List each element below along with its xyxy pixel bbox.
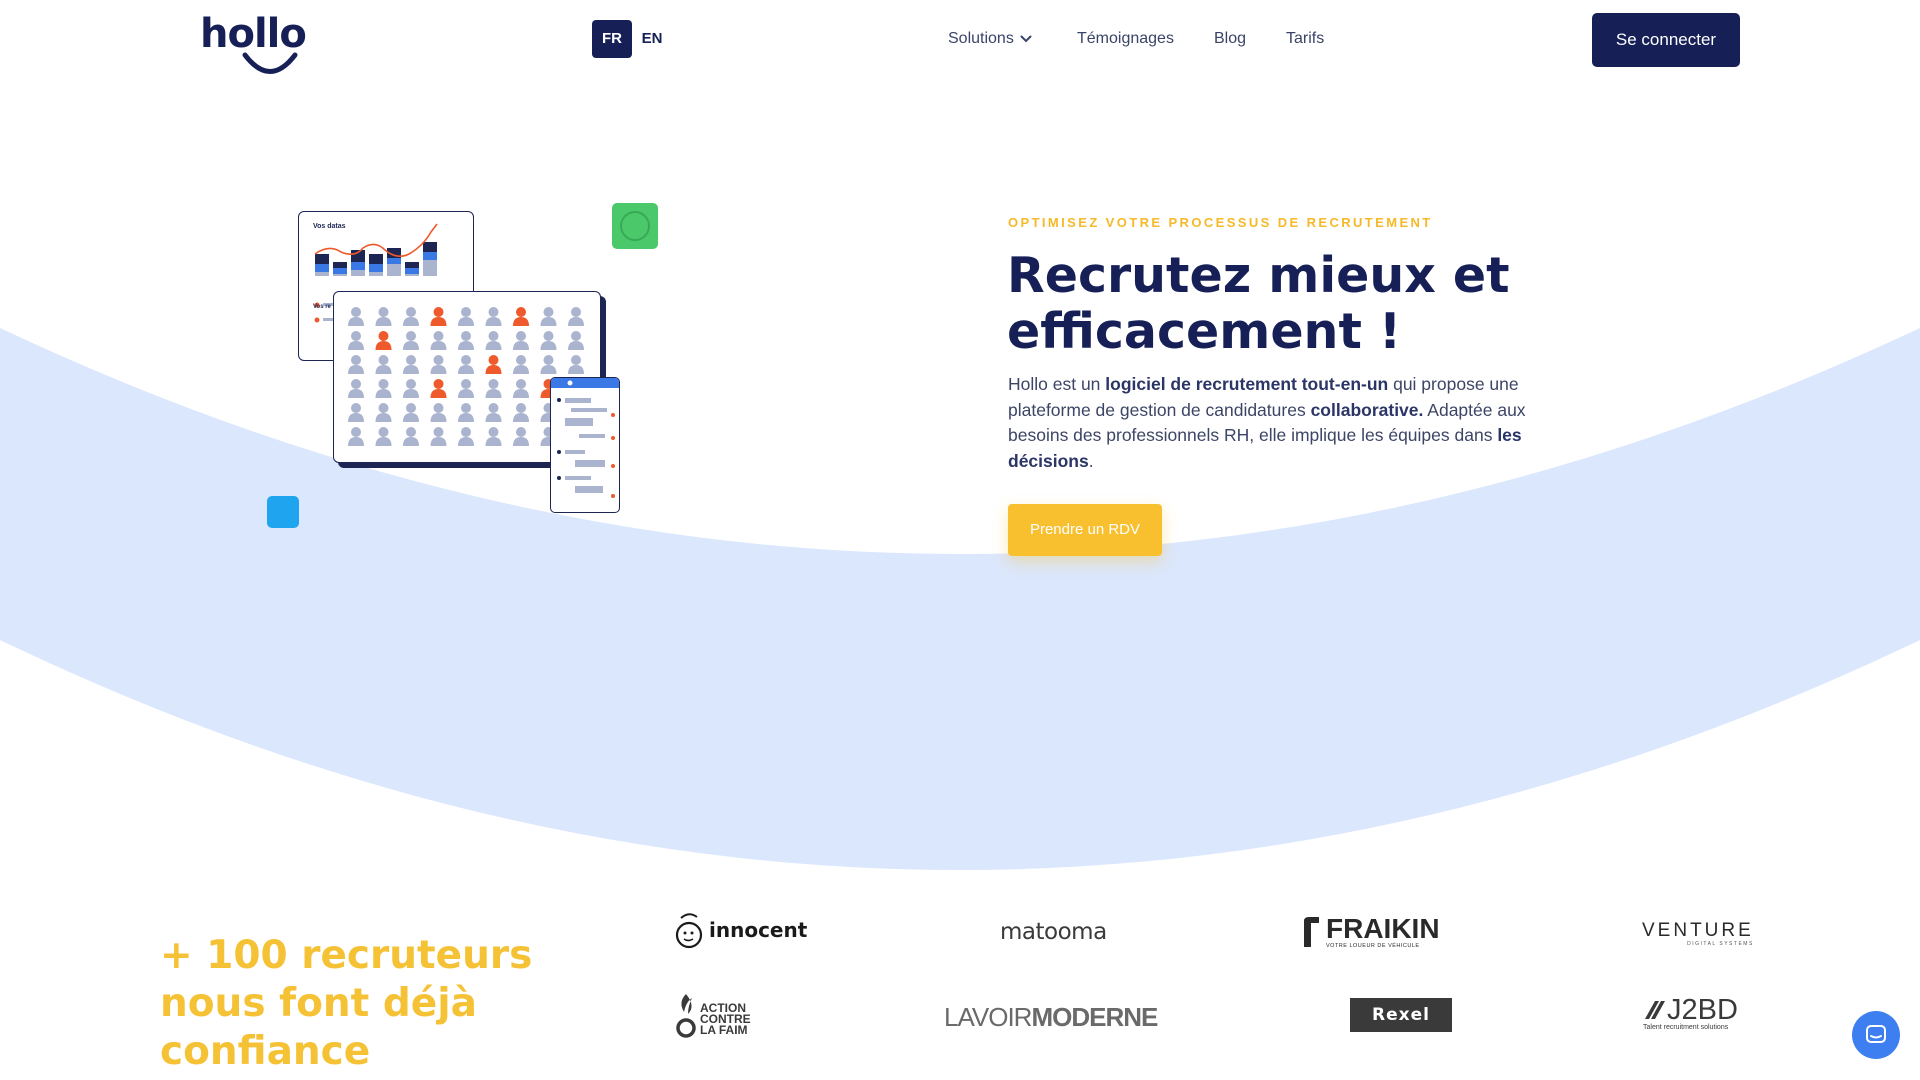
j2bd-tagline: Talent recruitment solutions xyxy=(1643,1024,1729,1031)
j2bd-stripes-icon xyxy=(1645,1001,1665,1019)
logo-wordmark: hollo xyxy=(200,11,307,57)
hero-background-wave xyxy=(0,328,1920,870)
lavoir-wordmark-bold: MODERNE xyxy=(1031,1001,1158,1032)
innocent-wordmark: innocent xyxy=(709,918,808,942)
nav-temoignages[interactable]: Témoignages xyxy=(1077,28,1174,50)
j2bd-wordmark: J2BD xyxy=(1667,994,1738,1026)
hollo-logo[interactable]: hollo xyxy=(200,12,307,74)
nav-blog[interactable]: Blog xyxy=(1214,28,1246,50)
lavoir-wordmark-light: LAVOIR xyxy=(944,1001,1032,1032)
acf-leaf-icon xyxy=(676,994,696,1038)
site-header: hollo FR EN Solutions Témoignages Blog T… xyxy=(0,0,1920,80)
hero-title-line-2: efficacement ! xyxy=(1007,303,1402,360)
fraikin-text-block: FRAIKIN VOTRE LOUEUR DE VÉHICULE xyxy=(1326,913,1440,950)
client-logo-lavoir-moderne: LAVOIR MODERNE xyxy=(944,1001,1158,1032)
hero-title-line-1: Recrutez mieux et xyxy=(1007,247,1510,304)
acf-text-block: ACTION CONTRE LA FAIM xyxy=(700,1002,751,1037)
chevron-down-icon xyxy=(1020,35,1032,43)
chat-bubble-icon xyxy=(1866,1025,1886,1043)
client-logo-j2bd: J2BD Talent recruitment solutions xyxy=(1643,996,1738,1036)
green-square-decoration xyxy=(612,203,658,249)
book-meeting-button[interactable]: Prendre un RDV xyxy=(1008,504,1162,556)
fraikin-tagline: VOTRE LOUEUR DE VÉHICULE xyxy=(1326,943,1420,949)
blue-square-decoration xyxy=(267,496,299,528)
logo-smile-icon xyxy=(242,52,298,74)
chat-widget-button[interactable] xyxy=(1852,1011,1900,1059)
hero-description: Hollo est un logiciel de recrutement tou… xyxy=(1008,372,1578,474)
innocent-face-icon xyxy=(675,913,703,949)
hero-illustration: Vos datas Vos re xyxy=(260,195,680,540)
desc-bold-1: logiciel de recrutement tout-en-un xyxy=(1105,374,1389,394)
matooma-wordmark: matooma xyxy=(1000,919,1107,945)
desc-part-1: Hollo est un xyxy=(1008,374,1106,394)
hero-title: Recrutez mieux et efficacement ! xyxy=(1007,248,1607,360)
desc-part-4: . xyxy=(1088,450,1094,471)
client-logo-innocent: innocent xyxy=(675,910,807,950)
nav-tarifs[interactable]: Tarifs xyxy=(1286,28,1324,50)
client-logo-venture: VENTURE DIGITAL SYSTEMS xyxy=(1642,921,1754,949)
venture-tagline: DIGITAL SYSTEMS xyxy=(1687,941,1754,947)
j2bd-mark-row: J2BD xyxy=(1643,994,1738,1026)
desc-bold-2: collaborative. xyxy=(1310,399,1424,420)
client-logo-action-contre-la-faim: ACTION CONTRE LA FAIM xyxy=(674,992,751,1040)
nav-solutions-label: Solutions xyxy=(948,30,1014,47)
lang-en-button[interactable]: EN xyxy=(636,20,668,58)
client-logo-matooma: matooma xyxy=(1000,917,1107,947)
fraikin-mark-icon xyxy=(1304,917,1319,947)
lang-fr-button[interactable]: FR xyxy=(592,20,632,58)
rexel-wordmark: Rexel xyxy=(1372,1005,1430,1025)
chart-card-subtitle: Vos re xyxy=(313,304,331,310)
hero-eyebrow: OPTIMISEZ VOTRE PROCESSUS DE RECRUTEMENT xyxy=(1008,215,1433,230)
login-button[interactable]: Se connecter xyxy=(1592,13,1740,67)
acf-line-3: LA FAIM xyxy=(700,1022,748,1037)
venture-wordmark: VENTURE xyxy=(1642,920,1754,941)
client-logo-rexel: Rexel xyxy=(1350,998,1452,1032)
trust-heading: + 100 recruteurs nous font déjà confianc… xyxy=(160,933,533,1074)
phone-chat-card xyxy=(550,377,620,513)
fraikin-wordmark: FRAIKIN xyxy=(1326,913,1440,944)
nav-solutions[interactable]: Solutions xyxy=(948,28,1032,50)
client-logo-fraikin: FRAIKIN VOTRE LOUEUR DE VÉHICULE xyxy=(1302,912,1440,952)
phone-chat-graphic xyxy=(551,378,619,498)
